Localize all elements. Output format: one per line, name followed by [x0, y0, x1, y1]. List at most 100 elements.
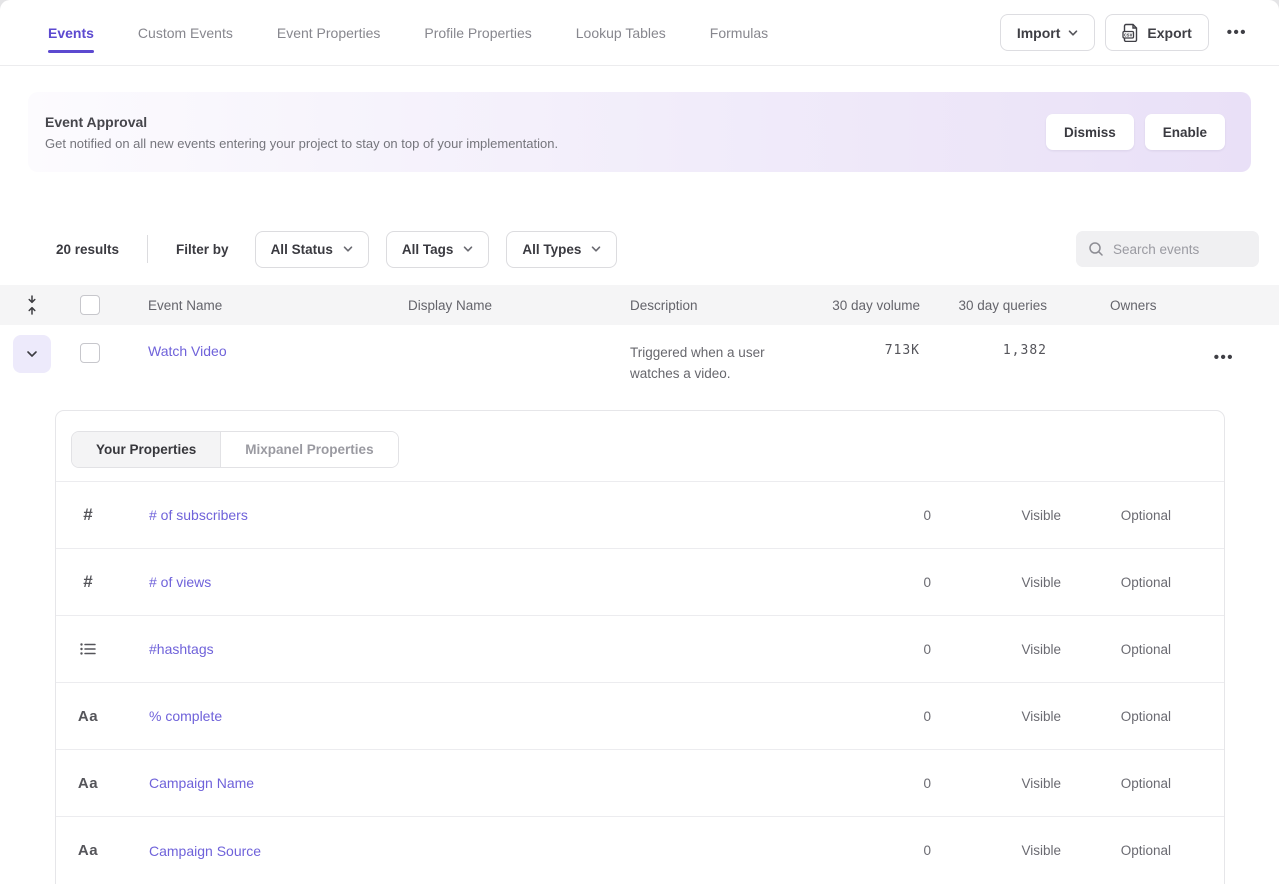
property-name-link[interactable]: Campaign Name	[149, 775, 254, 791]
enable-button[interactable]: Enable	[1145, 114, 1225, 150]
tab-lookup-tables[interactable]: Lookup Tables	[576, 0, 666, 65]
chevron-down-icon	[591, 244, 601, 254]
text-icon: Aa	[78, 842, 98, 859]
import-button-label: Import	[1017, 25, 1061, 41]
property-queries: 0	[831, 508, 931, 523]
row-expand-button[interactable]	[13, 335, 51, 373]
property-name-link[interactable]: # of views	[149, 574, 211, 590]
column-30-day-queries: 30 day queries	[920, 298, 1047, 313]
search-icon	[1088, 241, 1104, 257]
filter-by-label: Filter by	[176, 242, 229, 257]
property-status: Optional	[1061, 776, 1171, 791]
property-status: Optional	[1061, 709, 1171, 724]
export-button[interactable]: csv Export	[1105, 14, 1208, 51]
properties-panel: Your Properties Mixpanel Properties # # …	[55, 410, 1225, 884]
lexicon-events-page: Events Custom Events Event Properties Pr…	[0, 0, 1279, 884]
property-name-link[interactable]: Campaign Source	[149, 843, 261, 859]
column-display-name: Display Name	[408, 298, 630, 313]
property-status: Optional	[1061, 642, 1171, 657]
text-icon: Aa	[78, 708, 98, 725]
property-queries: 0	[831, 843, 931, 858]
event-name-link[interactable]: Watch Video	[148, 343, 227, 359]
csv-file-icon: csv	[1122, 23, 1139, 42]
select-all-checkbox[interactable]	[80, 295, 100, 315]
property-status: Optional	[1061, 575, 1171, 590]
export-button-label: Export	[1147, 25, 1191, 41]
row-more-button[interactable]: •••	[1206, 343, 1242, 372]
number-icon: #	[56, 572, 120, 592]
property-status: Optional	[1061, 843, 1171, 858]
list-icon	[56, 642, 120, 656]
results-count: 20 results	[56, 242, 119, 257]
nav-more-button[interactable]: •••	[1219, 18, 1255, 47]
import-button[interactable]: Import	[1000, 14, 1096, 51]
banner-title: Event Approval	[45, 114, 558, 130]
property-visibility: Visible	[931, 508, 1061, 523]
volume-cell: 713K	[820, 325, 920, 358]
events-table-header: Event Name Display Name Description 30 d…	[0, 285, 1279, 325]
nav-actions: Import csv Export •••	[1000, 14, 1255, 51]
tab-events[interactable]: Events	[48, 0, 94, 65]
property-visibility: Visible	[931, 843, 1061, 858]
chevron-down-icon	[463, 244, 473, 254]
tab-mixpanel-properties[interactable]: Mixpanel Properties	[221, 432, 397, 467]
banner-wrap: Event Approval Get notified on all new e…	[0, 66, 1279, 172]
number-icon: #	[56, 505, 120, 525]
status-filter-value: All Status	[271, 242, 333, 257]
property-name-link[interactable]: % complete	[149, 708, 222, 724]
property-visibility: Visible	[931, 575, 1061, 590]
property-name-link[interactable]: #hashtags	[149, 641, 214, 657]
property-visibility: Visible	[931, 776, 1061, 791]
tags-filter-value: All Tags	[402, 242, 454, 257]
property-row: #hashtags 0 Visible Optional	[56, 616, 1224, 683]
tab-event-properties[interactable]: Event Properties	[277, 0, 381, 65]
property-queries: 0	[831, 709, 931, 724]
property-row: Aa Campaign Name 0 Visible Optional	[56, 750, 1224, 817]
text-icon: Aa	[78, 775, 98, 792]
types-filter-dropdown[interactable]: All Types	[506, 231, 617, 268]
dismiss-button[interactable]: Dismiss	[1046, 114, 1134, 150]
description-cell: Triggered when a user watches a video.	[630, 325, 795, 385]
property-queries: 0	[831, 642, 931, 657]
row-checkbox[interactable]	[80, 343, 100, 363]
properties-tab-group: Your Properties Mixpanel Properties	[71, 431, 399, 468]
column-description: Description	[630, 298, 820, 313]
property-visibility: Visible	[931, 642, 1061, 657]
column-30-day-volume: 30 day volume	[820, 298, 920, 313]
top-nav: Events Custom Events Event Properties Pr…	[0, 0, 1279, 66]
property-name-link[interactable]: # of subscribers	[149, 507, 248, 523]
properties-panel-header: Your Properties Mixpanel Properties	[56, 411, 1224, 482]
status-filter-dropdown[interactable]: All Status	[255, 231, 369, 268]
tab-your-properties[interactable]: Your Properties	[72, 432, 221, 467]
property-queries: 0	[831, 776, 931, 791]
property-row: # # of views 0 Visible Optional	[56, 549, 1224, 616]
property-row: Aa % complete 0 Visible Optional	[56, 683, 1224, 750]
display-name-cell	[408, 325, 630, 343]
search-events-box[interactable]	[1076, 231, 1259, 267]
search-events-input[interactable]	[1113, 242, 1247, 257]
property-queries: 0	[831, 575, 931, 590]
tags-filter-dropdown[interactable]: All Tags	[386, 231, 490, 268]
tab-formulas[interactable]: Formulas	[710, 0, 768, 65]
svg-text:csv: csv	[1124, 33, 1133, 39]
divider	[147, 235, 148, 263]
collapse-all-icon[interactable]	[0, 295, 64, 315]
table-row-watch-video: Watch Video Triggered when a user watche…	[0, 325, 1279, 395]
chevron-down-icon	[1068, 28, 1078, 38]
tab-profile-properties[interactable]: Profile Properties	[424, 0, 531, 65]
column-event-name: Event Name	[120, 298, 408, 313]
column-owners: Owners	[1047, 298, 1279, 313]
banner-subtitle: Get notified on all new events entering …	[45, 136, 558, 151]
tab-custom-events[interactable]: Custom Events	[138, 0, 233, 65]
event-approval-banner: Event Approval Get notified on all new e…	[28, 92, 1251, 172]
banner-actions: Dismiss Enable	[1046, 114, 1225, 150]
property-status: Optional	[1061, 508, 1171, 523]
chevron-down-icon	[343, 244, 353, 254]
types-filter-value: All Types	[522, 242, 581, 257]
nav-tabs: Events Custom Events Event Properties Pr…	[48, 0, 768, 65]
property-row: Aa Campaign Source 0 Visible Optional	[56, 817, 1224, 884]
property-visibility: Visible	[931, 709, 1061, 724]
queries-cell: 1,382	[920, 325, 1047, 358]
banner-text: Event Approval Get notified on all new e…	[45, 114, 558, 151]
chevron-down-icon	[26, 348, 38, 360]
